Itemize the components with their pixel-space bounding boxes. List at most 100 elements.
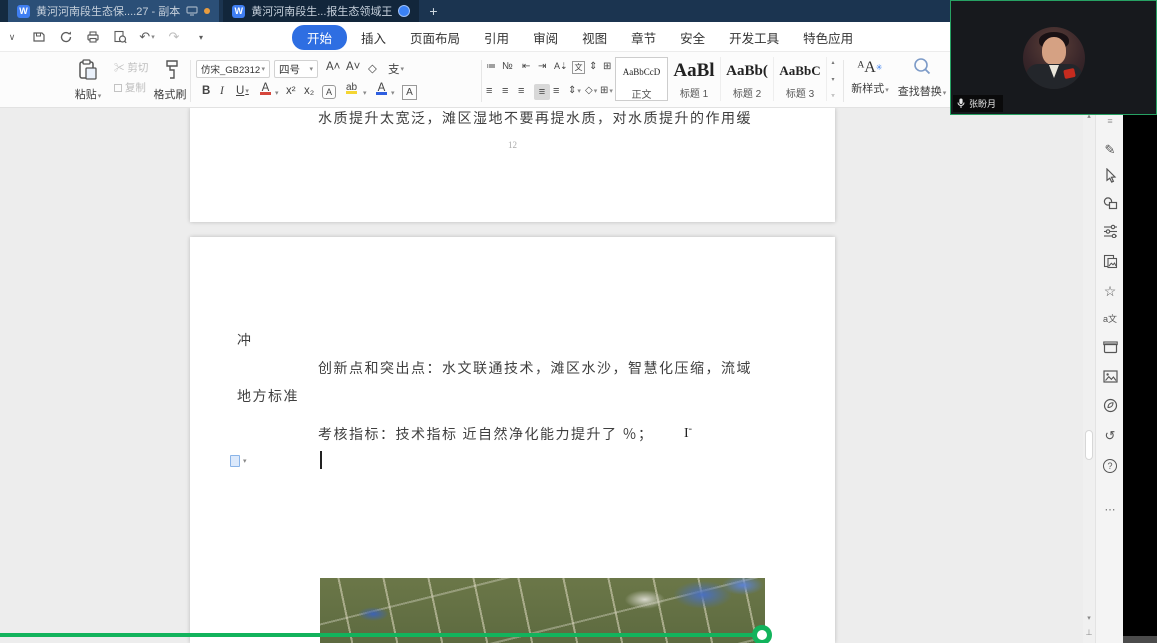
font-size-combo[interactable]: 四号▾ (274, 60, 318, 78)
meeting-video-overlay[interactable]: 张盼月 (950, 0, 1157, 115)
char-shading-color-button[interactable]: A (376, 83, 387, 95)
scrollbar-thumb[interactable] (1085, 430, 1093, 460)
menu-tab-home[interactable]: 开始 (292, 25, 347, 50)
menu-tab-page-layout[interactable]: 页面布局 (398, 25, 472, 50)
document-page-2[interactable]: 冲 创新点和突出点：水文联通技术，滩区水沙，智慧化压缩，流域 地方标准 考核指标… (190, 237, 835, 643)
font-color-dropdown-icon[interactable]: ▾ (275, 89, 279, 97)
paste-button[interactable]: 粘贴▾ (64, 86, 112, 102)
picture-icon[interactable] (1096, 370, 1124, 383)
numbering-button[interactable]: № (502, 61, 513, 72)
new-tab-button[interactable]: + (419, 0, 447, 22)
vertical-scrollbar[interactable]: ▴ ▾ ⊥ (1083, 108, 1095, 643)
favorites-star-icon[interactable]: ☆ (1096, 284, 1124, 299)
cut-button[interactable]: ✂ 剪切 (114, 60, 148, 75)
customize-toolbar-icon[interactable]: ▾ (193, 29, 209, 45)
menu-tab-view[interactable]: 视图 (570, 25, 619, 50)
undo-button[interactable]: ↶▾ (139, 29, 155, 45)
italic-button[interactable]: I (220, 85, 224, 97)
paste-options-button[interactable]: ▾ (230, 455, 247, 467)
menu-tab-special-features[interactable]: 特色应用 (791, 25, 865, 50)
subscript-button[interactable]: x₂ (304, 85, 314, 97)
distribute-button[interactable]: ≡ (553, 85, 559, 97)
collapse-ribbon-icon[interactable]: ∨ (4, 29, 20, 45)
menu-tab-insert[interactable]: 插入 (349, 25, 398, 50)
menu-tab-references[interactable]: 引用 (472, 25, 521, 50)
bullets-button[interactable]: ≔ (486, 61, 496, 72)
enclose-character-button[interactable]: A (322, 85, 336, 99)
find-replace-button[interactable]: 查找替换▾ (896, 83, 948, 99)
char-shading-dropdown-icon[interactable]: ▾ (391, 89, 395, 97)
menu-tab-security[interactable]: 安全 (668, 25, 717, 50)
style-normal[interactable]: AaBbCcD 正文 (615, 57, 668, 101)
paragraph-layout-button[interactable]: ⊞ (603, 61, 611, 72)
resource-box-icon[interactable] (1096, 340, 1124, 354)
print-preview-button[interactable] (112, 29, 128, 45)
char-border-button[interactable]: A (402, 85, 417, 100)
help-icon[interactable]: ? (1096, 459, 1124, 473)
image-extract-icon[interactable] (1096, 254, 1124, 269)
save-button[interactable] (31, 29, 47, 45)
group-separator (190, 60, 191, 102)
menu-tab-section[interactable]: 章节 (619, 25, 668, 50)
line-spacing-button[interactable]: ⇕▾ (568, 85, 581, 96)
document-tab-2[interactable]: W 黄河河南段生...报生态领域王 (223, 0, 419, 22)
ribbon-menu-tabs: 开始 插入 页面布局 引用 审阅 视图 章节 安全 开发工具 特色应用 (292, 22, 865, 52)
menu-tab-review[interactable]: 审阅 (521, 25, 570, 50)
shading-button[interactable]: ◇▾ (585, 85, 597, 96)
history-icon[interactable]: ↺ (1096, 428, 1124, 443)
styles-scroll-down-icon[interactable]: ▾ (831, 76, 834, 83)
cut-icon: ✂ (114, 62, 125, 74)
new-style-group: ᴬA✳ 新样式▾ (848, 56, 892, 96)
font-color-button[interactable]: A (260, 83, 271, 95)
scroll-down-icon[interactable]: ▾ (1083, 614, 1095, 622)
decrease-font-button[interactable]: A˅ (346, 61, 360, 73)
format-painter-icon[interactable] (162, 58, 182, 82)
smart-assistant-icon[interactable] (1096, 398, 1124, 413)
sidebar-drag-handle[interactable]: ≡ (1096, 114, 1124, 129)
ink-pen-icon[interactable]: ✎ (1096, 142, 1124, 157)
document-workspace[interactable]: 水质提升太宽泛，滩区湿地不要再提水质，对水质提升的作用缓 12 冲 创新点和突出… (0, 108, 1083, 643)
borders-button[interactable]: ⊞▾ (600, 85, 613, 96)
bold-button[interactable]: B (202, 85, 210, 97)
copy-button[interactable]: 复制 (114, 80, 146, 95)
justify-button[interactable]: ≡ (534, 84, 550, 100)
properties-sliders-icon[interactable] (1096, 224, 1124, 238)
shapes-icon[interactable] (1096, 196, 1124, 210)
align-right-button[interactable]: ≡ (518, 85, 524, 97)
print-button[interactable] (85, 29, 101, 45)
text-direction-button[interactable]: A⇣ (554, 61, 568, 72)
line-spacing-tool-icon[interactable]: ⇕ (589, 61, 597, 72)
sidebar-more-icon[interactable]: ⋯ (1096, 503, 1124, 518)
pinyin-guide-button[interactable]: 支▾ (388, 61, 404, 77)
superscript-button[interactable]: x² (286, 85, 296, 97)
format-painter-button[interactable]: 格式刷 (148, 86, 192, 102)
new-style-button[interactable]: 新样式▾ (848, 80, 892, 96)
document-page-1[interactable]: 水质提升太宽泛，滩区湿地不要再提水质，对水质提升的作用缓 12 (190, 108, 835, 222)
highlight-dropdown-icon[interactable]: ▾ (363, 89, 367, 97)
highlight-button[interactable]: ab (346, 83, 357, 94)
clear-format-button[interactable]: ◇ (368, 61, 377, 75)
style-heading3[interactable]: AaBbC 标题 3 (774, 57, 827, 101)
redo-button[interactable]: ↷ (166, 29, 182, 45)
undo-dropdown-icon[interactable]: ▾ (151, 33, 155, 41)
styles-more-icon[interactable]: ▿ (831, 92, 834, 99)
style-heading1[interactable]: AaBl 标题 1 (668, 57, 721, 101)
document-tab-1[interactable]: W 黄河河南段生态保....27 - 副本 (8, 0, 219, 22)
align-left-button[interactable]: ≡ (486, 85, 492, 97)
underline-button[interactable]: U▾ (236, 85, 249, 97)
go-to-bottom-icon[interactable]: ⊥ (1083, 628, 1095, 637)
export-button[interactable] (58, 29, 74, 45)
share-region-handle[interactable] (752, 625, 772, 643)
styles-scroll-up-icon[interactable]: ▴ (831, 59, 834, 66)
select-cursor-icon[interactable] (1096, 168, 1124, 183)
translate-icon[interactable]: a文 (1096, 312, 1124, 327)
style-heading2[interactable]: AaBb( 标题 2 (721, 57, 774, 101)
menu-tab-dev-tools[interactable]: 开发工具 (717, 25, 791, 50)
align-center-button[interactable]: ≡ (502, 85, 508, 97)
text-tool-button[interactable]: 文 (572, 61, 585, 74)
decrease-indent-button[interactable]: ⇤ (522, 61, 530, 72)
increase-font-button[interactable]: A˄ (326, 61, 340, 73)
paste-icon[interactable] (76, 58, 100, 82)
increase-indent-button[interactable]: ⇥ (538, 61, 546, 72)
font-name-combo[interactable]: 仿宋_GB2312▾ (196, 60, 270, 78)
